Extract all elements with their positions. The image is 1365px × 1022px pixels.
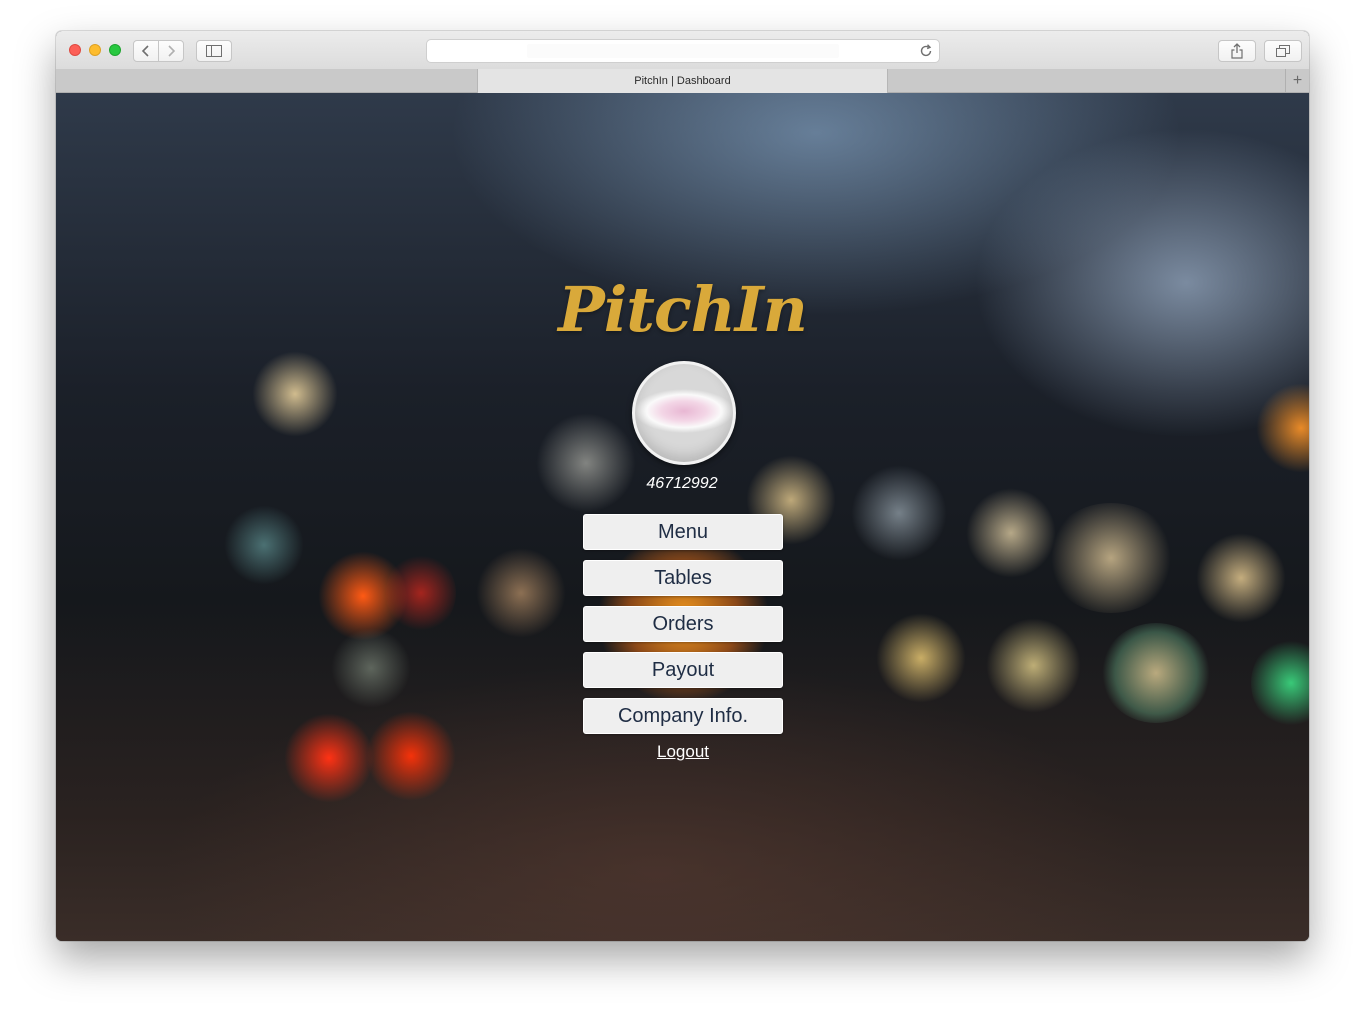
page-viewport: PitchIn 46712992 Menu Tables Orders Payo… <box>56 93 1309 941</box>
back-arrow-icon <box>141 45 149 57</box>
sidebar-toggle-button[interactable] <box>196 40 232 62</box>
logout-link[interactable]: Logout <box>583 742 783 762</box>
tab-title: PitchIn | Dashboard <box>634 75 731 87</box>
tabs-overview-icon <box>1276 45 1290 57</box>
new-tab-button[interactable]: + <box>1285 69 1309 93</box>
browser-toolbar <box>56 31 1309 70</box>
tables-button[interactable]: Tables <box>583 560 783 596</box>
close-window-button[interactable] <box>69 44 81 56</box>
tab-overview-button[interactable] <box>1264 40 1302 62</box>
address-bar[interactable] <box>426 39 940 63</box>
user-id: 46712992 <box>646 475 718 492</box>
orders-button[interactable]: Orders <box>583 606 783 642</box>
share-button[interactable] <box>1218 40 1256 62</box>
pitchin-logo: PitchIn <box>558 273 808 346</box>
share-icon <box>1231 43 1243 59</box>
tab-dashboard[interactable]: PitchIn | Dashboard <box>477 69 888 93</box>
minimize-window-button[interactable] <box>89 44 101 56</box>
back-button[interactable] <box>133 40 159 62</box>
menu-button[interactable]: Menu <box>583 514 783 550</box>
avatar <box>632 361 736 465</box>
maximize-window-button[interactable] <box>109 44 121 56</box>
reload-icon[interactable] <box>918 43 934 59</box>
company-info-button[interactable]: Company Info. <box>583 698 783 734</box>
url-field[interactable] <box>527 44 839 58</box>
browser-window: PitchIn | Dashboard + PitchIn 46712992 M… <box>56 31 1309 941</box>
payout-button[interactable]: Payout <box>583 652 783 688</box>
forward-button[interactable] <box>158 40 184 62</box>
forward-arrow-icon <box>168 45 176 57</box>
sidebar-icon <box>206 45 222 57</box>
tab-bar: PitchIn | Dashboard + <box>56 69 1309 93</box>
dashboard-panel: PitchIn 46712992 Menu Tables Orders Payo… <box>56 93 1309 941</box>
